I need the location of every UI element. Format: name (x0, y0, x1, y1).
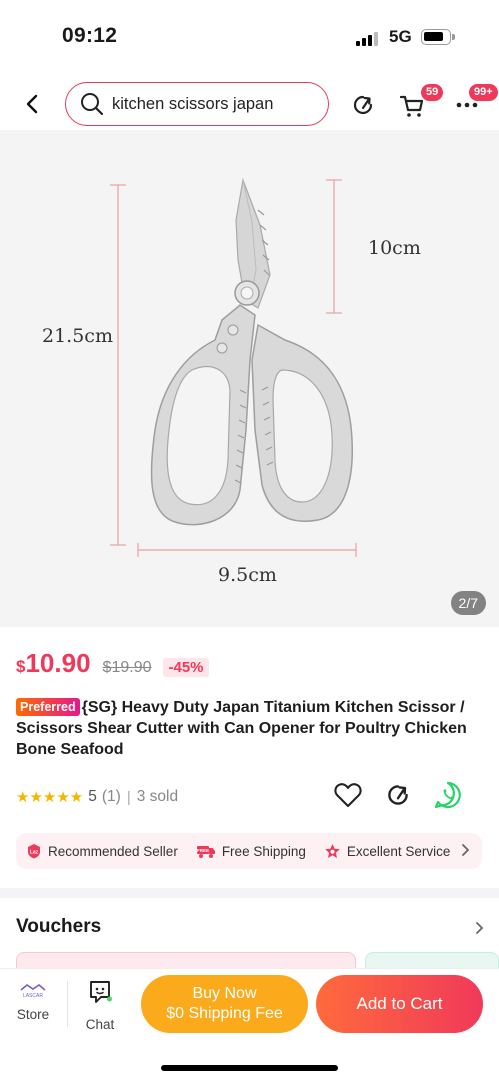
search-input[interactable] (112, 94, 312, 114)
search-icon (81, 93, 104, 116)
product-title: Preferred {SG} Heavy Duty Japan Titanium … (16, 697, 486, 760)
feature-excellent-service: Excellent Service (324, 843, 451, 860)
top-navigation: 59 99+ (0, 80, 499, 130)
rating-row[interactable]: ★★★★★ 5 (1) | 3 sold (16, 783, 486, 811)
price-currency: $ (16, 657, 26, 676)
vouchers-title: Vouchers (16, 916, 102, 937)
search-bar[interactable] (65, 82, 329, 126)
dimension-width: 9.5cm (218, 564, 277, 586)
heart-icon (334, 783, 362, 808)
feature-recommended-seller: Laz Recommended Seller (26, 843, 178, 859)
svg-text:Laz: Laz (30, 850, 39, 856)
status-bar: 09:12 5G (0, 0, 499, 72)
scissors-image (110, 177, 357, 557)
chevron-right-icon (462, 844, 470, 856)
share-icon (353, 95, 373, 115)
chat-label: Chat (85, 1017, 115, 1032)
network-label: 5G (389, 27, 412, 46)
store-label: Store (16, 1007, 50, 1022)
buy-now-button[interactable]: Buy Now $0 Shipping Fee (141, 975, 308, 1033)
buy-now-label: Buy Now (192, 985, 257, 1002)
current-price: 10.90 (25, 648, 91, 678)
store-logo-text: LASCAR (23, 993, 43, 999)
chat-button[interactable]: Chat (70, 977, 130, 1032)
home-indicator (161, 1065, 338, 1071)
dimension-total-length: 21.5cm (42, 325, 113, 347)
service-star-icon (325, 843, 340, 858)
preferred-badge: Preferred (16, 698, 80, 716)
store-button[interactable]: LASCAR Store (3, 977, 63, 1022)
rating-count: (1) (101, 788, 121, 805)
share-button[interactable] (348, 90, 378, 120)
star-rating-icon: ★★★★★ (16, 789, 84, 806)
share-icon (388, 785, 408, 805)
wishlist-button[interactable] (333, 780, 363, 810)
service-features-bar[interactable]: Laz Recommended Seller FREE Free Shippin… (16, 833, 482, 869)
status-time: 09:12 (62, 24, 118, 47)
bottom-action-bar: LASCAR Store Chat Buy Now $0 Shipping Fe… (0, 968, 499, 1080)
more-icon (456, 102, 478, 108)
feature-free-shipping: FREE Free Shipping (196, 843, 306, 859)
buy-now-sublabel: $0 Shipping Fee (166, 1005, 283, 1022)
original-price: $19.90 (102, 659, 152, 676)
chevron-right-icon (476, 922, 484, 934)
price-row: $ 10.90 $19.90 -45% (16, 648, 486, 680)
chat-icon (90, 981, 112, 1003)
share-product-button[interactable] (383, 780, 413, 810)
product-image-carousel[interactable]: 21.5cm 10cm 9.5cm 2/7 (0, 130, 499, 627)
section-divider (0, 888, 499, 898)
bottom-separator (67, 981, 68, 1027)
add-to-cart-button[interactable]: Add to Cart (316, 975, 483, 1033)
sold-count: 3 sold (136, 788, 179, 805)
battery-icon (421, 29, 455, 45)
product-title-text: {SG} Heavy Duty Japan Titanium Kitchen S… (16, 699, 467, 758)
whatsapp-icon (434, 781, 461, 809)
chevron-left-icon (26, 94, 38, 114)
svg-text:FREE: FREE (197, 848, 209, 853)
free-truck-icon: FREE (197, 846, 215, 858)
whatsapp-share-button[interactable] (433, 780, 463, 810)
image-counter: 2/7 (450, 591, 486, 615)
store-logo-icon: LASCAR (20, 984, 46, 999)
rating-score: 5 (88, 788, 97, 805)
feature-label: Excellent Service (346, 843, 451, 859)
back-button[interactable] (18, 90, 46, 118)
dimension-blade-length: 10cm (368, 237, 421, 259)
cart-badge: 59 (421, 84, 444, 101)
more-badge: 99+ (469, 84, 498, 101)
signal-icon (356, 30, 382, 46)
discount-badge: -45% (163, 658, 209, 677)
feature-label: Recommended Seller (48, 843, 178, 859)
rating-separator: | (126, 788, 131, 806)
laz-seller-icon: Laz (28, 844, 40, 859)
feature-label: Free Shipping (221, 843, 306, 859)
vouchers-section-header[interactable]: Vouchers (16, 916, 486, 942)
